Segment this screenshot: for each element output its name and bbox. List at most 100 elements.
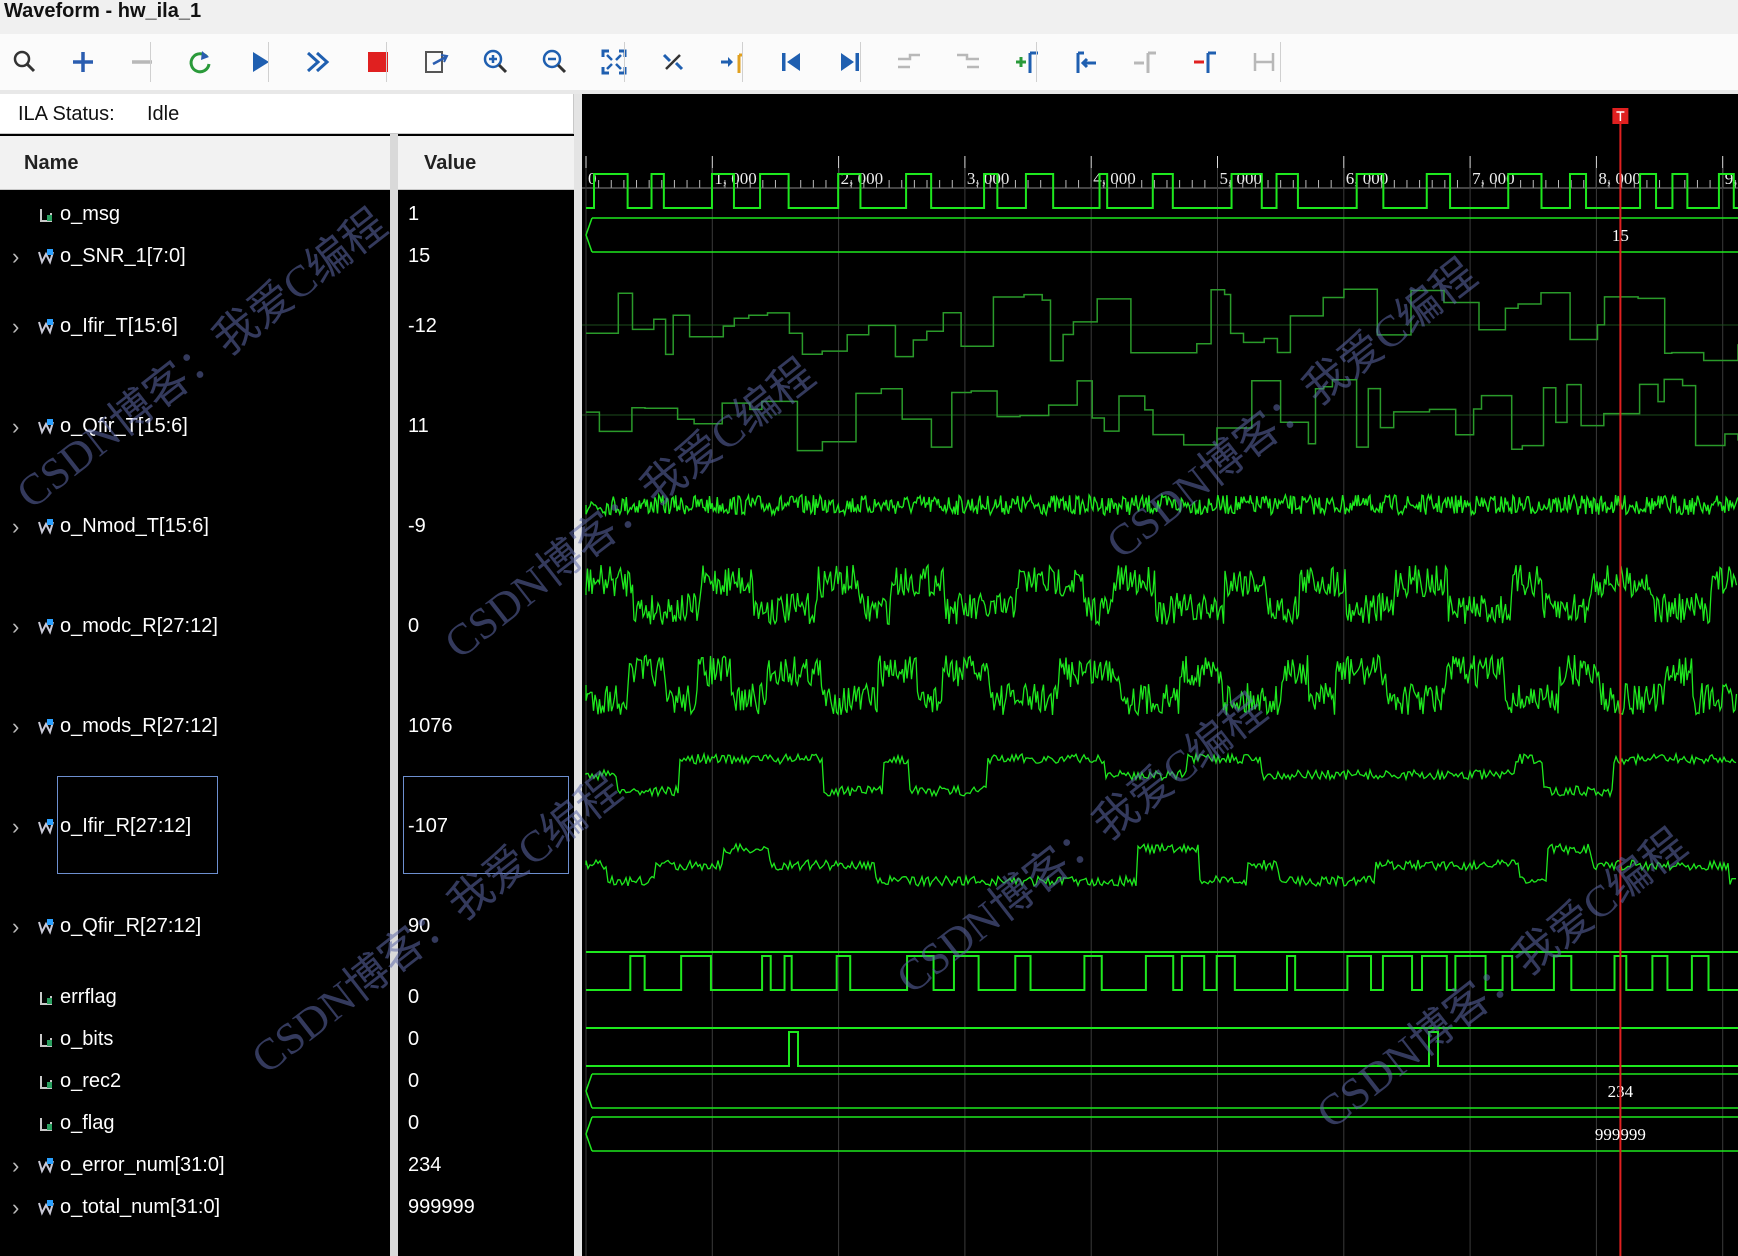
run-button[interactable]: [241, 44, 279, 80]
signal-row[interactable]: o_bits: [0, 1023, 390, 1059]
signal-name: o_Nmod_T[15:6]: [60, 515, 209, 537]
signal-name: o_error_num[31:0]: [60, 1154, 225, 1176]
toolbar-separator: [624, 42, 625, 82]
signal-row[interactable]: › o_error_num[31:0]: [0, 1149, 390, 1185]
signal-value: 1: [408, 203, 420, 225]
expand-chevron-icon[interactable]: ›: [12, 414, 19, 440]
go-to-start-button[interactable]: [772, 44, 810, 80]
run-immediate-button[interactable]: [299, 44, 337, 80]
panel-splitter[interactable]: [574, 94, 582, 1256]
name-column-header[interactable]: Name: [0, 136, 390, 190]
expand-chevron-icon[interactable]: ›: [12, 714, 19, 740]
expand-chevron-icon[interactable]: ›: [12, 1153, 19, 1179]
o_error_num-waveform[interactable]: 234: [585, 1073, 1738, 1109]
signal-name: o_msg: [60, 203, 121, 225]
value-column-header[interactable]: Value: [398, 136, 574, 190]
signal-value: 0: [408, 986, 420, 1008]
previous-transition-button[interactable]: [890, 44, 928, 80]
run-trigger-button[interactable]: [181, 44, 219, 80]
zoom-out-button[interactable]: [536, 44, 574, 80]
signal-row[interactable]: errflag: [0, 981, 390, 1017]
o_Nmod_T-waveform[interactable]: [585, 492, 1738, 518]
toolbar-separator: [150, 42, 151, 82]
signal-row[interactable]: › o_Qfir_R[27:12]: [0, 910, 390, 946]
o_Ifir_R-waveform[interactable]: [585, 751, 1737, 799]
signal-value: 0: [408, 1028, 420, 1050]
expand-chevron-icon[interactable]: ›: [12, 914, 19, 940]
o_modc_R-waveform[interactable]: [585, 563, 1738, 627]
o_Ifir_T-waveform[interactable]: [582, 288, 1738, 362]
o_SNR_1-waveform[interactable]: 15: [585, 217, 1738, 253]
signal-name: o_SNR_1[7:0]: [60, 245, 186, 267]
remove-button[interactable]: [123, 44, 161, 80]
expand-chevron-icon[interactable]: ›: [12, 614, 19, 640]
toolbar-separator: [268, 42, 269, 82]
o_mods_R-waveform[interactable]: [585, 653, 1738, 717]
time-ruler[interactable]: 0 1, 000 2, 000 3, 000 4, 000 5, 000 6, 000 7, …: [582, 156, 1738, 189]
signal-row[interactable]: o_flag: [0, 1107, 390, 1143]
o_Qfir_T-waveform[interactable]: [582, 378, 1738, 452]
o_bits-waveform[interactable]: [586, 955, 1738, 991]
signal-value: 90: [408, 915, 431, 937]
fast-forward-icon: [306, 51, 330, 73]
signal-row[interactable]: › o_SNR_1[7:0]: [0, 240, 390, 276]
go-to-end-button[interactable]: [831, 44, 869, 80]
expand-chevron-icon[interactable]: ›: [12, 1195, 19, 1221]
go-to-cursor-button[interactable]: [713, 44, 751, 80]
zoom-in-icon: [483, 49, 508, 74]
signal-row[interactable]: › o_total_num[31:0]: [0, 1191, 390, 1227]
o_total_num-waveform[interactable]: 999999: [585, 1116, 1738, 1152]
signal-value: -9: [408, 515, 426, 537]
zoom-in-button[interactable]: [477, 44, 515, 80]
title-bar: Waveform - hw_ila_1: [0, 0, 1738, 34]
toolbar-separator: [386, 42, 387, 82]
selected-name-highlight: [57, 776, 218, 874]
expand-chevron-icon[interactable]: ›: [12, 244, 19, 270]
signal-name: o_rec2: [60, 1070, 122, 1092]
bus-trace: [585, 1073, 1738, 1109]
waveform-canvas[interactable]: 0 1, 000 2, 000 3, 000 4, 000 5, 000 6, 000 7, …: [582, 94, 1738, 1256]
signal-row[interactable]: o_rec2: [0, 1065, 390, 1101]
bus-signal-icon: [38, 249, 54, 265]
signal-row[interactable]: › o_modc_R[27:12]: [0, 610, 390, 646]
zoom-cursor-button[interactable]: [654, 44, 692, 80]
swap-cursors-button[interactable]: [1245, 44, 1283, 80]
expand-chevron-icon[interactable]: ›: [12, 314, 19, 340]
ila-status-label: ILA Status:: [18, 103, 115, 125]
o_flag-waveform[interactable]: [586, 1031, 1738, 1067]
previous-transition-icon: [898, 53, 920, 69]
signal-name: o_Ifir_T[15:6]: [60, 315, 178, 337]
expand-chevron-icon[interactable]: ›: [12, 814, 19, 840]
column-splitter[interactable]: [390, 134, 398, 1256]
signal-value: -12: [408, 315, 437, 337]
signal-row[interactable]: › o_mods_R[27:12]: [0, 710, 390, 746]
signal-row[interactable]: › o_Qfir_T[15:6]: [0, 410, 390, 446]
stop-button[interactable]: [359, 44, 397, 80]
export-button[interactable]: [417, 44, 455, 80]
toolbar-separator: [860, 42, 861, 82]
expand-chevron-icon[interactable]: ›: [12, 514, 19, 540]
analog-trace: [585, 563, 1738, 627]
signal-row[interactable]: › o_Ifir_T[15:6]: [0, 310, 390, 346]
o_Qfir_R-waveform[interactable]: [585, 842, 1736, 888]
delete-marker-button[interactable]: [1186, 44, 1224, 80]
previous-marker-button[interactable]: [1068, 44, 1106, 80]
next-marker-button[interactable]: [1126, 44, 1164, 80]
analog-trace: [585, 842, 1736, 888]
signal-value: 0: [408, 615, 420, 637]
swap-cursors-icon: [1253, 53, 1275, 71]
signal-value: 15: [408, 245, 431, 267]
bus-signal-icon: [38, 419, 54, 435]
search-icon: [13, 50, 36, 73]
next-transition-button[interactable]: [949, 44, 987, 80]
add-marker-icon: [1016, 51, 1038, 73]
o_msg-waveform[interactable]: [586, 173, 1738, 209]
bus-signal-icon: [38, 919, 54, 935]
signal-row[interactable]: o_msg: [0, 198, 390, 234]
add-button[interactable]: [64, 44, 102, 80]
signal-row[interactable]: › o_Nmod_T[15:6]: [0, 510, 390, 546]
add-marker-button[interactable]: [1008, 44, 1046, 80]
search-button[interactable]: [6, 44, 44, 80]
toolbar: [0, 34, 1738, 91]
zoom-fit-button[interactable]: [595, 44, 633, 80]
